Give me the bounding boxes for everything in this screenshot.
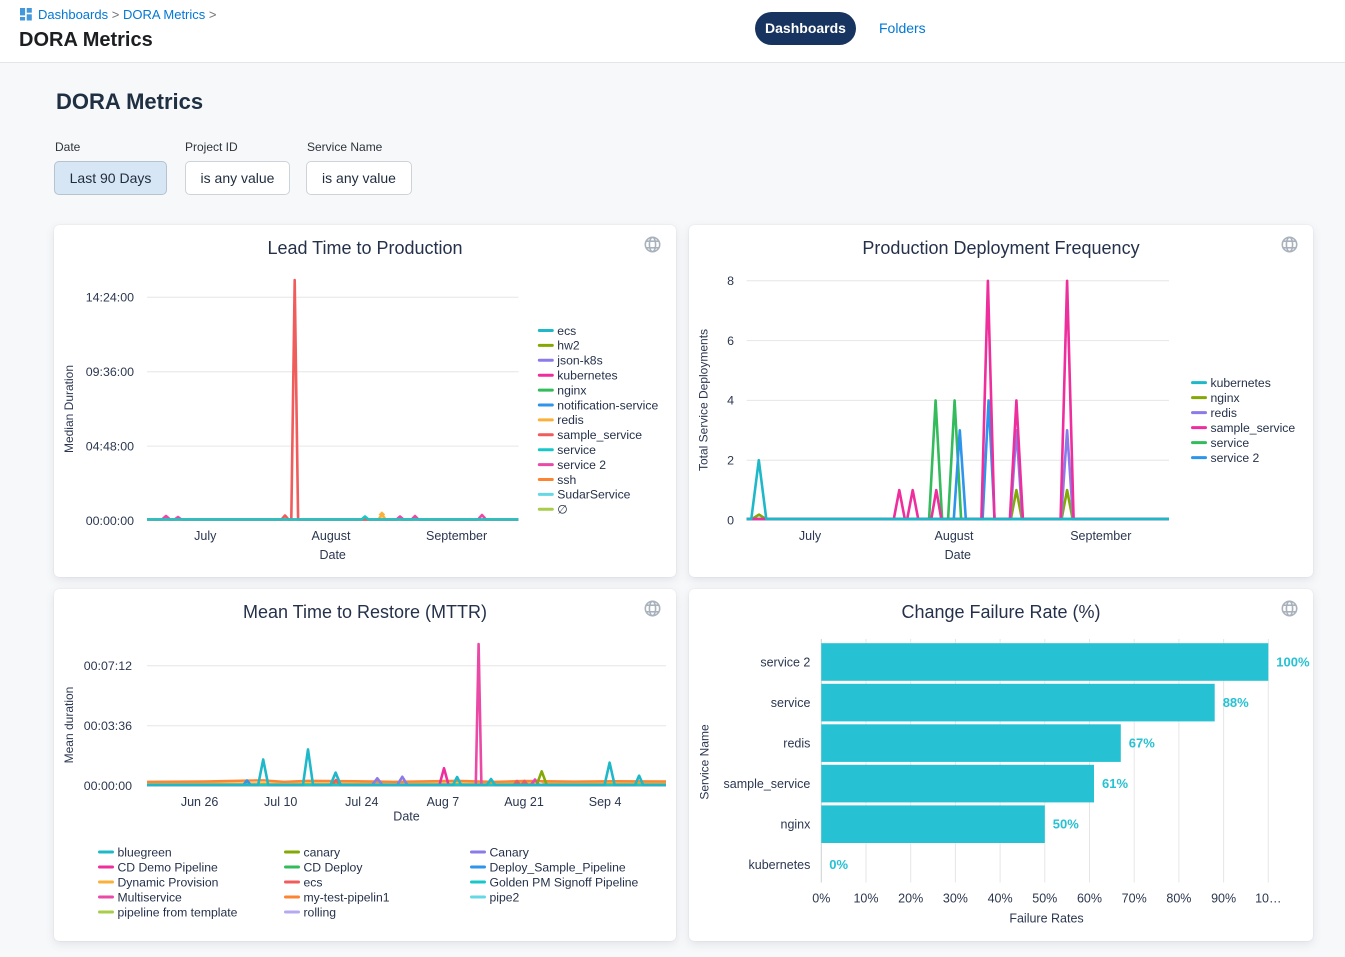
svg-text:Mean duration: Mean duration (62, 687, 76, 764)
svg-text:kubernetes: kubernetes (749, 858, 811, 872)
svg-text:json-k8s: json-k8s (556, 354, 602, 368)
svg-text:bluegreen: bluegreen (118, 845, 172, 859)
svg-text:Canary: Canary (490, 845, 530, 859)
svg-text:sample_service: sample_service (724, 777, 811, 791)
svg-text:kubernetes: kubernetes (1211, 376, 1271, 390)
svg-text:Production Deployment Frequenc: Production Deployment Frequency (862, 238, 1139, 258)
svg-text:00:00:00: 00:00:00 (86, 514, 134, 528)
svg-text:30%: 30% (943, 892, 968, 906)
svg-text:50%: 50% (1032, 892, 1057, 906)
svg-text:0%: 0% (829, 857, 848, 872)
svg-text:hw2: hw2 (557, 339, 580, 353)
svg-text:Failure Rates: Failure Rates (1009, 912, 1083, 926)
svg-text:ssh: ssh (557, 473, 576, 487)
svg-text:88%: 88% (1223, 695, 1249, 710)
svg-text:Golden PM Signoff Pipeline: Golden PM Signoff Pipeline (490, 875, 639, 889)
svg-text:Change Failure Rate (%): Change Failure Rate (%) (901, 602, 1100, 622)
svg-text:Lead Time to Production: Lead Time to Production (267, 238, 462, 258)
svg-text:July: July (799, 529, 822, 543)
svg-text:Mean Time to Restore (MTTR): Mean Time to Restore (MTTR) (243, 602, 487, 622)
svg-text:61%: 61% (1102, 776, 1128, 791)
svg-text:service: service (1211, 436, 1250, 450)
svg-text:6: 6 (727, 334, 734, 348)
svg-text:rolling: rolling (304, 905, 337, 919)
svg-text:September: September (1070, 529, 1131, 543)
svg-text:90%: 90% (1211, 892, 1236, 906)
svg-text:redis: redis (1211, 406, 1237, 420)
svg-text:Service Name: Service Name (697, 724, 711, 800)
svg-text:canary: canary (304, 845, 341, 859)
svg-text:Dynamic Provision: Dynamic Provision (118, 875, 219, 889)
svg-text:40%: 40% (988, 892, 1013, 906)
svg-text:Sep 4: Sep 4 (589, 795, 622, 809)
svg-text:service: service (557, 443, 596, 457)
svg-text:10…: 10… (1255, 892, 1281, 906)
svg-text:Aug 7: Aug 7 (427, 795, 460, 809)
svg-text:redis: redis (783, 737, 810, 751)
svg-text:00:03:36: 00:03:36 (84, 719, 132, 733)
svg-text:August: August (312, 529, 351, 543)
svg-text:Date: Date (319, 548, 345, 562)
svg-text:ecs: ecs (304, 875, 323, 889)
svg-text:00:07:12: 00:07:12 (84, 659, 132, 673)
svg-text:70%: 70% (1122, 892, 1147, 906)
svg-text:4: 4 (727, 394, 734, 408)
svg-text:nginx: nginx (1211, 391, 1240, 405)
svg-text:0%: 0% (812, 892, 830, 906)
svg-text:14:24:00: 14:24:00 (86, 291, 134, 305)
svg-text:04:48:00: 04:48:00 (86, 439, 134, 453)
svg-text:CD Demo Pipeline: CD Demo Pipeline (118, 860, 218, 874)
svg-text:60%: 60% (1077, 892, 1102, 906)
svg-text:pipe2: pipe2 (490, 890, 520, 904)
svg-text:sample_service: sample_service (557, 428, 642, 442)
svg-text:ecs: ecs (557, 324, 576, 338)
svg-text:kubernetes: kubernetes (557, 369, 617, 383)
svg-text:Date: Date (393, 810, 419, 824)
svg-text:20%: 20% (898, 892, 923, 906)
svg-text:pipeline from template: pipeline from template (118, 905, 238, 919)
svg-text:0: 0 (727, 513, 734, 527)
svg-text:Aug 21: Aug 21 (504, 795, 544, 809)
svg-text:2: 2 (727, 454, 734, 468)
svg-text:00:00:00: 00:00:00 (84, 779, 132, 793)
svg-text:July: July (194, 529, 217, 543)
svg-text:Multiservice: Multiservice (118, 890, 183, 904)
svg-text:09:36:00: 09:36:00 (86, 365, 134, 379)
svg-text:Deploy_Sample_Pipeline: Deploy_Sample_Pipeline (490, 860, 626, 874)
svg-text:my-test-pipelin1: my-test-pipelin1 (304, 890, 390, 904)
svg-text:service 2: service 2 (1211, 451, 1260, 465)
svg-text:service 2: service 2 (760, 656, 810, 670)
svg-text:Total Service Deployments: Total Service Deployments (697, 329, 711, 471)
svg-text:Jul 10: Jul 10 (264, 795, 297, 809)
svg-text:Jun 26: Jun 26 (181, 795, 219, 809)
svg-text:August: August (935, 529, 974, 543)
svg-text:50%: 50% (1053, 817, 1079, 832)
svg-text:10%: 10% (853, 892, 878, 906)
svg-text:67%: 67% (1129, 736, 1155, 751)
svg-text:Median Duration: Median Duration (62, 365, 76, 453)
svg-text:Jul 24: Jul 24 (345, 795, 378, 809)
svg-text:100%: 100% (1276, 655, 1310, 670)
svg-text:CD Deploy: CD Deploy (304, 860, 364, 874)
svg-text:80%: 80% (1166, 892, 1191, 906)
svg-text:service: service (771, 696, 811, 710)
svg-text:service 2: service 2 (557, 458, 606, 472)
svg-text:nginx: nginx (557, 383, 586, 397)
svg-text:notification-service: notification-service (557, 398, 658, 412)
svg-text:sample_service: sample_service (1211, 421, 1296, 435)
svg-text:September: September (426, 529, 487, 543)
svg-text:∅: ∅ (557, 503, 568, 517)
svg-text:redis: redis (557, 413, 583, 427)
svg-text:8: 8 (727, 274, 734, 288)
svg-text:Date: Date (945, 548, 971, 562)
svg-text:nginx: nginx (781, 818, 812, 832)
svg-text:SudarService: SudarService (557, 488, 630, 502)
